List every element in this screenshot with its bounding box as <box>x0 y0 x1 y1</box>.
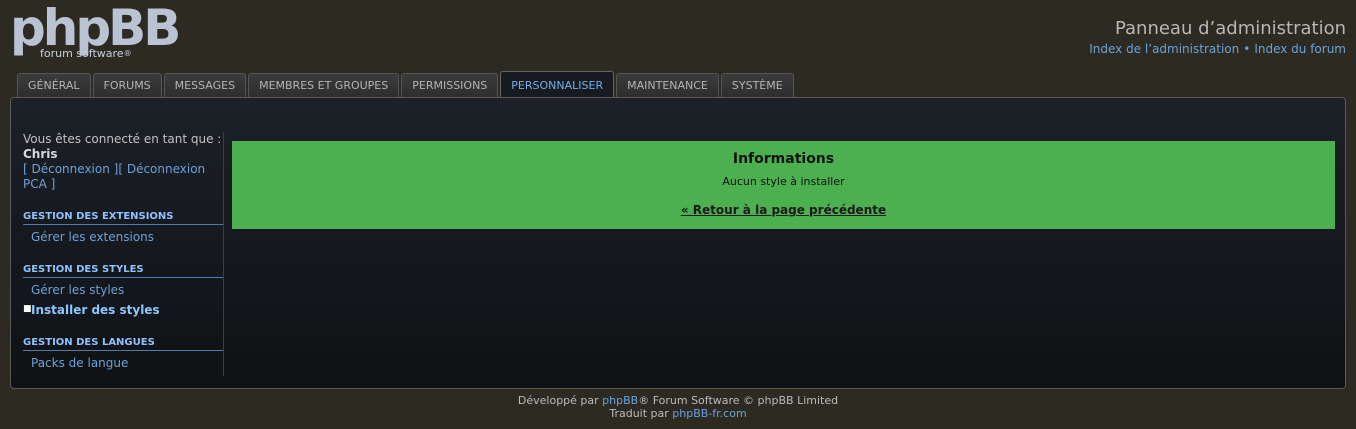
info-message-box: Informations Aucun style à installer « R… <box>232 141 1335 229</box>
active-bullet-icon: ■ <box>23 304 32 314</box>
menu-item-label: Gérer les styles <box>31 283 125 297</box>
sidebar: Vous êtes connecté en tant que : Chris [… <box>23 132 224 376</box>
main-panel: Vous êtes connecté en tant que : Chris [… <box>10 97 1346 389</box>
forum-index-link[interactable]: Index du forum <box>1254 42 1346 56</box>
menu-heading-languages: GESTION DES LANGUES <box>23 336 223 351</box>
header-links: Index de l’administration • Index du forum <box>1089 41 1346 57</box>
tab-members-groups[interactable]: MEMBRES ET GROUPES <box>248 73 400 97</box>
header: phpBB forum software® Panneau d’administ… <box>0 0 1356 72</box>
username: Chris <box>23 147 58 161</box>
page-title: Panneau d’administration <box>1114 18 1346 39</box>
info-message: Aucun style à installer <box>722 175 845 188</box>
menu-item-label: Installer des styles <box>31 303 160 317</box>
phpbb-link[interactable]: phpBB <box>602 394 638 407</box>
tab-messages[interactable]: MESSAGES <box>163 73 247 97</box>
tab-maintenance[interactable]: MAINTENANCE <box>616 73 719 97</box>
logged-in-block: Vous êtes connecté en tant que : Chris [… <box>23 132 223 192</box>
logo-subtitle-text: forum software <box>40 47 124 60</box>
tab-customise[interactable]: PERSONNALISER <box>500 71 615 98</box>
admin-index-link[interactable]: Index de l’administration <box>1089 42 1239 56</box>
tab-system[interactable]: SYSTÈME <box>720 73 794 97</box>
footer: Développé par phpBB® Forum Software © ph… <box>0 394 1356 420</box>
footer-line-1: Développé par phpBB® Forum Software © ph… <box>0 394 1356 407</box>
logo-registered-mark: ® <box>123 49 132 58</box>
header-right: Panneau d’administration Index de l’admi… <box>1089 18 1346 57</box>
info-title: Informations <box>732 151 835 167</box>
menu-item-language-packs[interactable]: Packs de langue <box>23 355 223 371</box>
menu-heading-extensions: GESTION DES EXTENSIONS <box>23 210 223 225</box>
phpbb-fr-link[interactable]: phpBB-fr.com <box>672 407 746 420</box>
header-link-separator: • <box>1243 42 1251 56</box>
footer-translation-prefix: Traduit par <box>609 407 673 420</box>
menu-item-manage-extensions[interactable]: Gérer les extensions <box>23 229 223 245</box>
footer-suffix: ® Forum Software © phpBB Limited <box>638 394 839 407</box>
menu-item-install-styles[interactable]: ■ Installer des styles <box>23 302 223 318</box>
logo-subtitle: forum software® <box>40 48 132 60</box>
menu-item-manage-styles[interactable]: Gérer les styles <box>23 282 223 298</box>
back-link[interactable]: « Retour à la page précédente <box>681 203 886 217</box>
menu-item-label: Packs de langue <box>31 356 129 370</box>
logged-in-label: Vous êtes connecté en tant que : <box>23 132 222 146</box>
logout-link[interactable]: [ Déconnexion ] <box>23 162 118 176</box>
logout-links: [ Déconnexion ][ Déconnexion PCA ] <box>23 162 223 192</box>
tab-forums[interactable]: FORUMS <box>92 73 162 97</box>
footer-line-2: Traduit par phpBB-fr.com <box>0 407 1356 420</box>
tab-permissions[interactable]: PERMISSIONS <box>401 73 499 97</box>
menu-item-label: Gérer les extensions <box>31 230 155 244</box>
phpbb-logo[interactable]: phpBB forum software® <box>10 0 181 64</box>
menu-heading-styles: GESTION DES STYLES <box>23 263 223 278</box>
main-tabs: GÉNÉRAL FORUMS MESSAGES MEMBRES ET GROUP… <box>17 71 796 98</box>
tab-general[interactable]: GÉNÉRAL <box>17 73 91 97</box>
footer-prefix: Développé par <box>517 394 603 407</box>
